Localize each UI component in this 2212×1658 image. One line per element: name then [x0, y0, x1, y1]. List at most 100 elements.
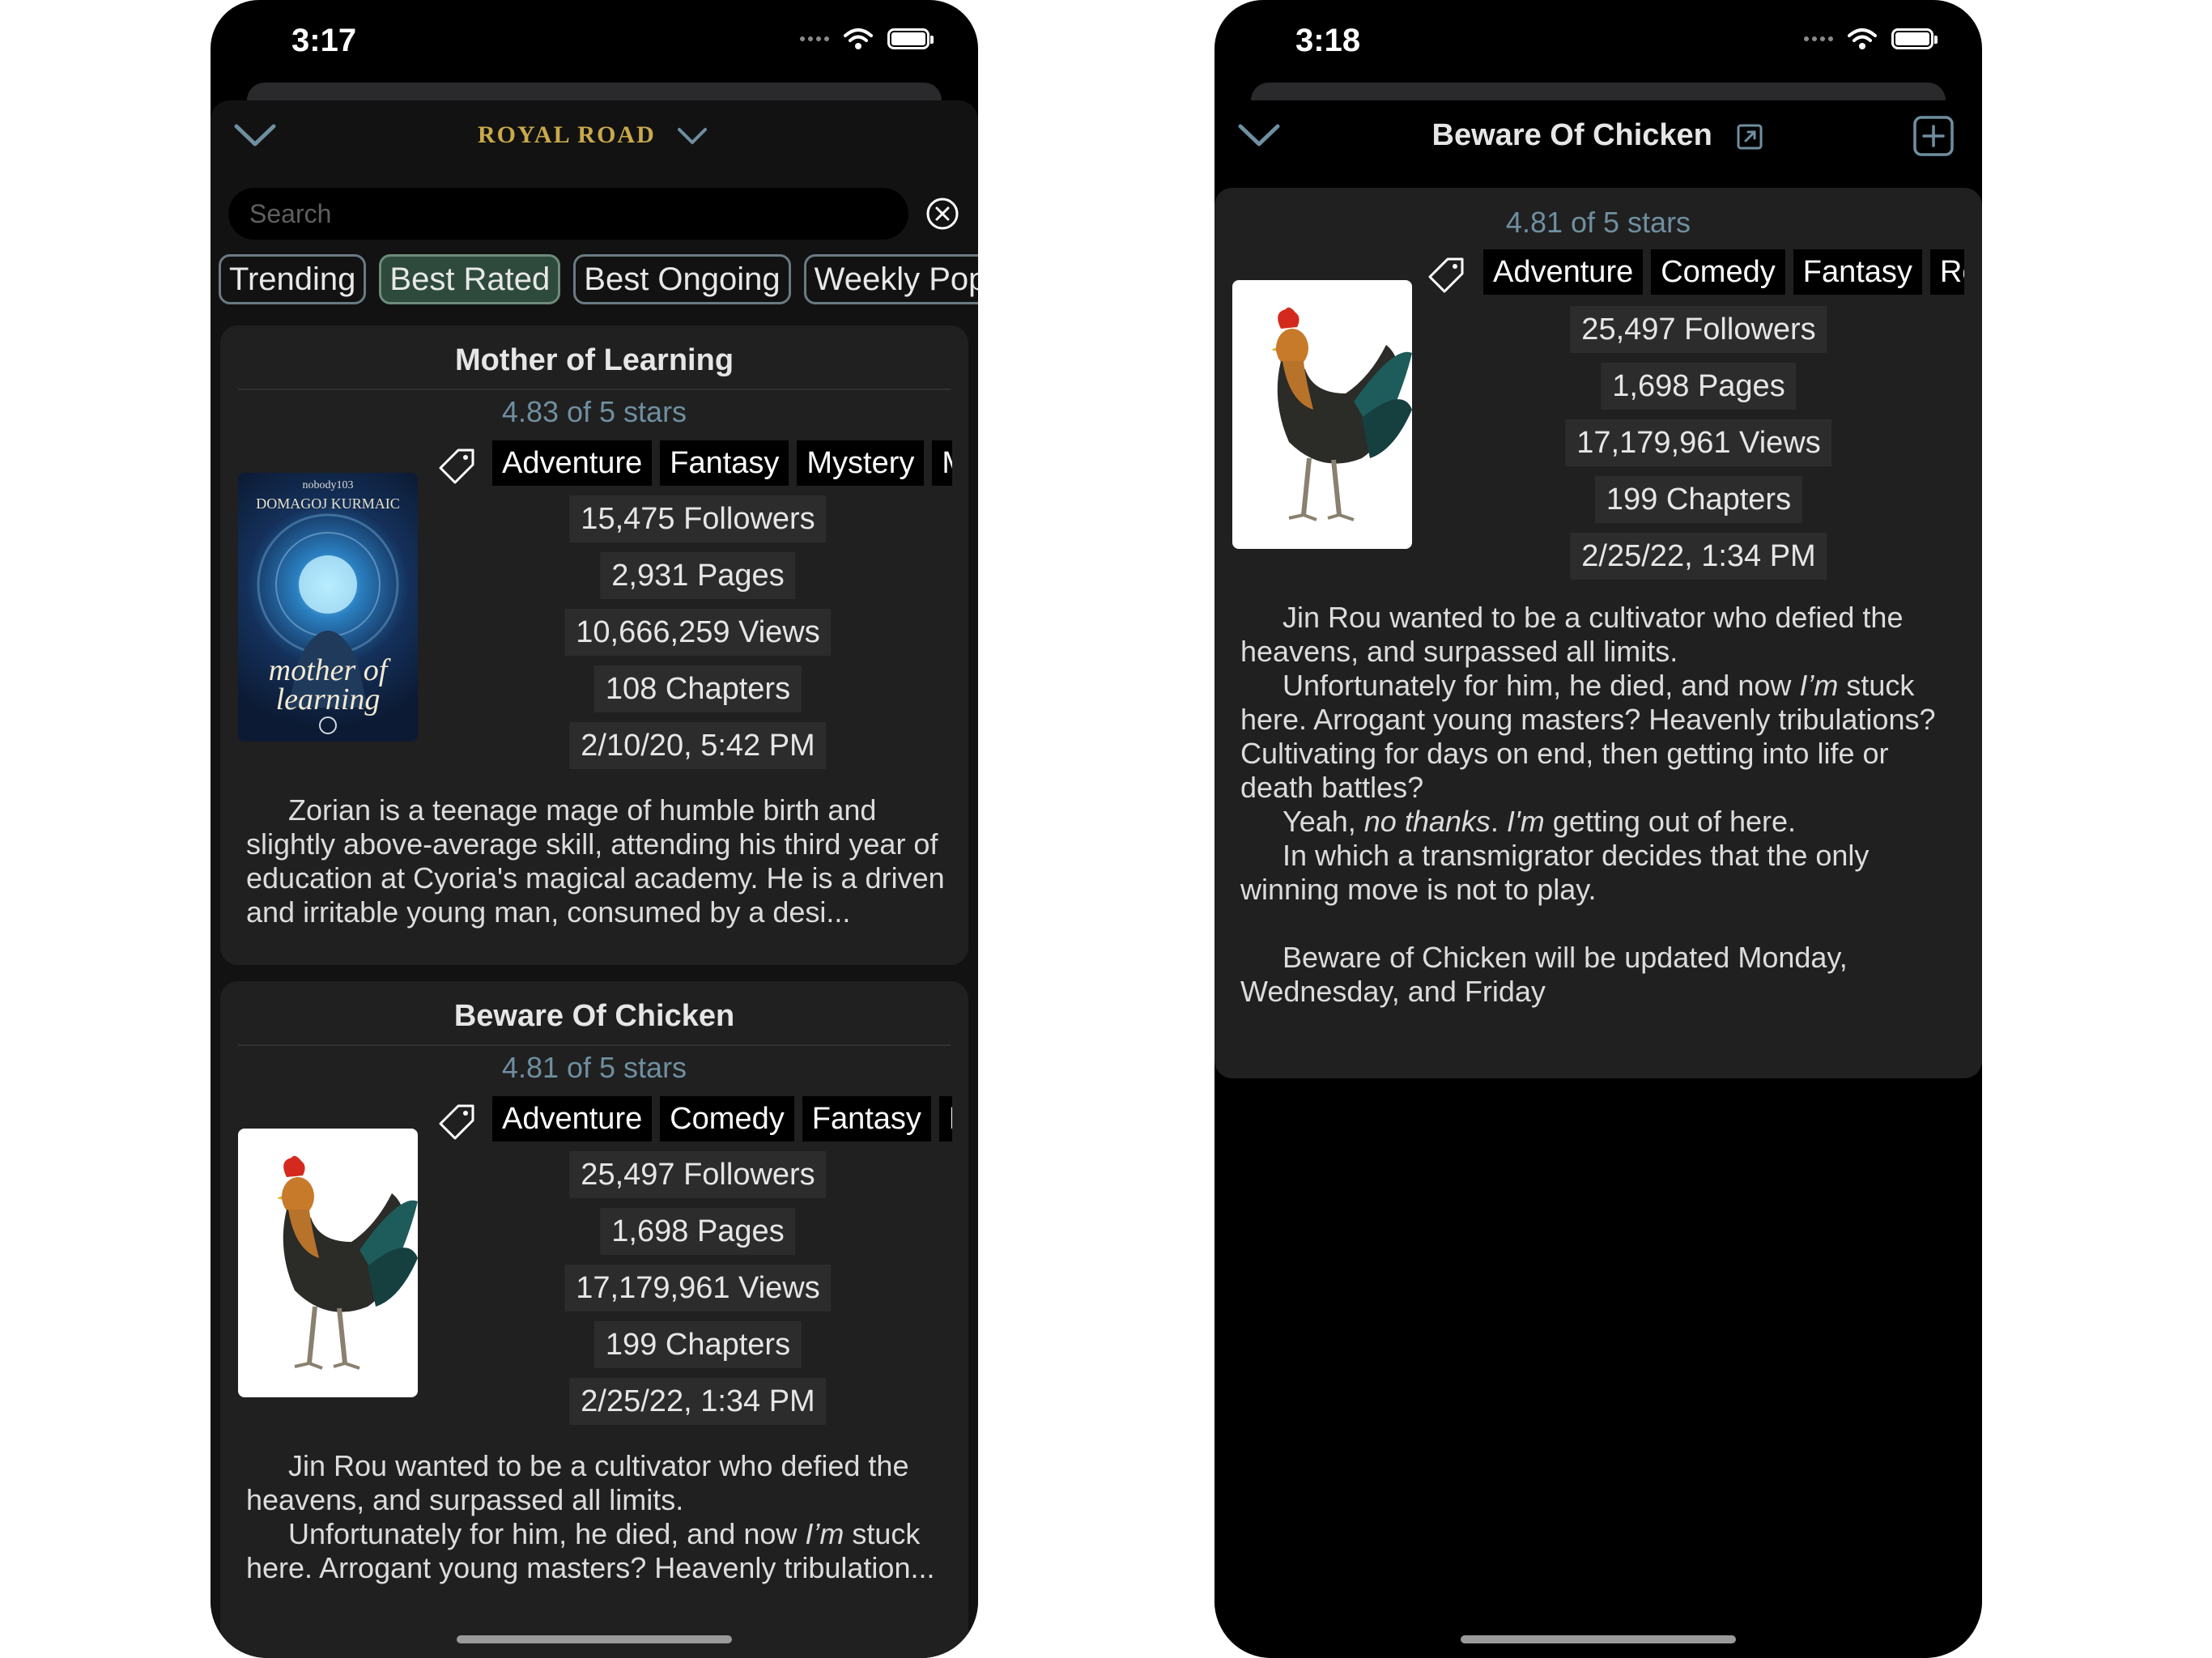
tag[interactable]: Mystery: [797, 440, 925, 486]
description-paragraph: In which a transmigrator decides that th…: [1240, 839, 1870, 906]
description-paragraph: Yeah, no thanks. I'm getting out of here…: [1240, 805, 1953, 839]
view-count: 17,179,961 Views: [1565, 419, 1832, 466]
card-title: Beware Of Chicken: [453, 999, 735, 1033]
description-paragraph: Unfortunately for him, he died, and now …: [1240, 669, 1953, 805]
cover-image: [238, 1129, 418, 1397]
tag[interactable]: Fantasy: [802, 1096, 931, 1141]
tag[interactable]: Comedy: [1651, 249, 1785, 295]
tag[interactable]: Fantasy: [660, 440, 789, 486]
followers-count: 25,497 Followers: [569, 1151, 827, 1198]
page-count: 2,931 Pages: [600, 552, 796, 599]
tag-list: Adventure Comedy Fantasy Romance: [1483, 249, 1964, 295]
chevron-down-icon[interactable]: [232, 118, 279, 151]
tag-list: Adventure Comedy Fantasy Fantasy: [492, 1096, 952, 1141]
description: Zorian is a teenage mage of humble birth…: [246, 793, 951, 929]
tag-list: Adventure Fantasy Mystery Magic: [492, 440, 952, 486]
external-link-icon[interactable]: [1735, 122, 1764, 151]
add-icon[interactable]: [1912, 115, 1955, 157]
updated-date: 2/25/22, 1:34 PM: [569, 1378, 827, 1425]
tag[interactable]: Comedy: [660, 1096, 794, 1141]
status-icons: [800, 28, 934, 50]
updated-date: 2/10/20, 5:42 PM: [569, 722, 827, 769]
cover-image: [1232, 280, 1412, 549]
phone-screen-detail: 3:18 Beware Of Chicken 4.81 of 5 stars A…: [1214, 0, 1982, 1658]
status-icons: [1804, 28, 1938, 50]
description-text: Zorian is a teenage mage of humble birth…: [246, 793, 945, 929]
description-paragraph: Beware of Chicken will be updated Monday…: [1240, 941, 1848, 1008]
followers-count: 15,475 Followers: [569, 495, 827, 542]
description-paragraph: Jin Rou wanted to be a cultivator who de…: [1240, 601, 1904, 668]
updated-date: 2/25/22, 1:34 PM: [1570, 533, 1827, 580]
text-segment: .: [1490, 805, 1507, 838]
tab-trending[interactable]: Trending: [219, 254, 367, 304]
text-segment: getting out of here.: [1544, 805, 1797, 838]
tag[interactable]: Fantasy: [938, 1096, 952, 1141]
view-count: 10,666,259 Views: [564, 609, 832, 656]
tab-best-rated[interactable]: Best Rated: [379, 254, 561, 304]
fiction-detail-card: 4.81 of 5 stars Adventure Comedy Fantasy…: [1214, 188, 1982, 1078]
signal-icon: [1804, 36, 1833, 41]
rooster-image: [277, 1155, 418, 1370]
description: Jin Rou wanted to be a cultivator who de…: [1240, 601, 1953, 1009]
rating: 4.83 of 5 stars: [501, 395, 687, 428]
chapter-count: 108 Chapters: [593, 665, 802, 712]
page-title: Beware Of Chicken: [1431, 118, 1712, 152]
tag[interactable]: Adventure: [492, 1096, 653, 1141]
tag[interactable]: Adventure: [492, 440, 653, 486]
fiction-card[interactable]: Beware Of Chicken 4.81 of 5 stars Advent…: [220, 981, 968, 1658]
home-indicator[interactable]: [1461, 1635, 1736, 1643]
tag-icon: [439, 1104, 474, 1140]
text-segment: Unfortunately for him, he died, and now: [1283, 669, 1800, 702]
fiction-card[interactable]: Mother of Learning 4.83 of 5 stars nobod…: [220, 325, 968, 965]
chapter-count: 199 Chapters: [593, 1321, 802, 1368]
cover-image: nobody103 DOMAGOJ KURMAIC mother of lear…: [238, 473, 418, 742]
tag-icon: [1428, 257, 1464, 293]
divider: [238, 389, 951, 390]
home-indicator[interactable]: [457, 1635, 732, 1643]
detail-header-title[interactable]: Beware Of Chicken: [1214, 118, 1982, 153]
description-paragraph: Unfortunately for him, he died, and now …: [246, 1517, 951, 1585]
signal-icon: [800, 36, 829, 41]
wifi-icon: [1848, 28, 1877, 49]
cover-author-name: DOMAGOJ KURMAIC: [256, 495, 400, 512]
text-segment: Unfortunately for him, he died, and now: [288, 1517, 806, 1550]
page-count: 1,698 Pages: [1601, 363, 1797, 410]
chapter-count: 199 Chapters: [1594, 476, 1803, 523]
status-time: 3:18: [1295, 23, 1361, 58]
text-segment-italic: I'm: [1506, 805, 1545, 838]
view-count: 17,179,961 Views: [564, 1265, 832, 1312]
phone-screen-browse: 3:17 ROYAL ROAD Trending Best Rated: [211, 0, 978, 1658]
clear-icon[interactable]: [925, 196, 960, 232]
search-input[interactable]: [248, 198, 908, 230]
cover-author: nobody103: [302, 479, 354, 491]
text-segment-italic: I’m: [1799, 669, 1839, 702]
detail-sheet: Beware Of Chicken 4.81 of 5 stars Advent…: [1214, 100, 1982, 1658]
tag[interactable]: Romance: [1929, 249, 1964, 295]
category-tabs: Trending Best Rated Best Ongoing Weekly …: [219, 254, 978, 304]
tag[interactable]: Magic: [932, 440, 952, 486]
battery-icon: [1891, 28, 1938, 49]
card-title: Mother of Learning: [454, 343, 734, 377]
source-picker-chevron-icon[interactable]: [676, 125, 708, 149]
status-time: 3:17: [291, 23, 357, 58]
followers-count: 25,497 Followers: [1570, 306, 1827, 353]
rating: 4.81 of 5 stars: [1505, 206, 1691, 239]
tab-weekly-popular[interactable]: Weekly Popular: [803, 254, 978, 304]
rating: 4.81 of 5 stars: [501, 1051, 687, 1084]
description-paragraph: Jin Rou wanted to be a cultivator who de…: [246, 1449, 909, 1516]
page-count: 1,698 Pages: [600, 1208, 796, 1255]
tag[interactable]: Fantasy: [1793, 249, 1922, 295]
royal-road-logo[interactable]: ROYAL ROAD: [478, 121, 656, 149]
divider: [238, 1044, 951, 1046]
text-segment-italic: I’m: [805, 1517, 844, 1550]
battery-icon: [887, 28, 934, 49]
search-field[interactable]: [228, 188, 908, 240]
wifi-icon: [844, 28, 873, 49]
tab-best-ongoing[interactable]: Best Ongoing: [573, 254, 791, 304]
description: Jin Rou wanted to be a cultivator who de…: [246, 1449, 951, 1585]
rooster-image: [1271, 307, 1412, 521]
tag-icon: [439, 449, 474, 484]
text-segment-italic: no thanks: [1363, 805, 1491, 838]
tag[interactable]: Adventure: [1483, 249, 1644, 295]
